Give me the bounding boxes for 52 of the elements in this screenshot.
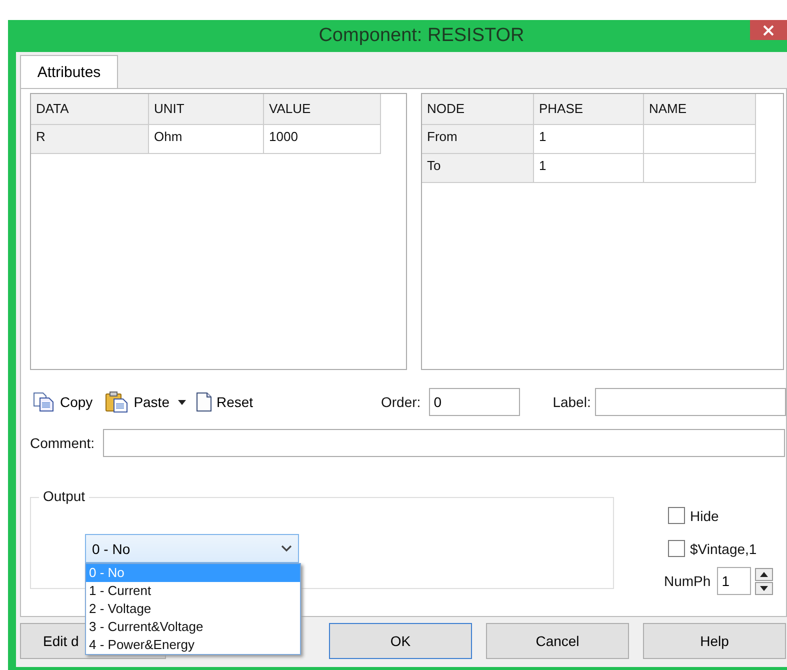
column-header: UNIT bbox=[149, 94, 264, 125]
column-header: VALUE bbox=[264, 94, 381, 125]
window-title: Component: RESISTOR bbox=[318, 25, 524, 47]
table-cell[interactable]: R bbox=[31, 125, 149, 154]
document-icon bbox=[196, 392, 212, 412]
dropdown-option[interactable]: 2 - Voltage bbox=[86, 600, 300, 618]
dropdown-option[interactable]: 3 - Current&Voltage bbox=[86, 618, 300, 636]
numph-field[interactable]: 1 bbox=[716, 567, 751, 595]
tab[interactable]: Attributes bbox=[20, 55, 118, 88]
table-cell[interactable]: 1 bbox=[534, 125, 644, 154]
copy-button[interactable]: Copy bbox=[33, 392, 93, 412]
down-arrow-icon bbox=[760, 586, 768, 590]
column-header: NAME bbox=[644, 94, 756, 125]
order-field[interactable]: 0 bbox=[428, 388, 520, 416]
table-cell[interactable]: 1000 bbox=[264, 125, 381, 154]
column-header: PHASE bbox=[534, 94, 644, 125]
spin-down-button[interactable] bbox=[754, 582, 773, 594]
copy-icon bbox=[33, 392, 55, 412]
table-cell[interactable]: Ohm bbox=[149, 125, 264, 154]
table-cell[interactable] bbox=[644, 125, 756, 154]
checkbox-label: Hide bbox=[690, 508, 719, 524]
comment-label: Comment: bbox=[30, 435, 95, 451]
comment-field[interactable] bbox=[102, 429, 785, 457]
checkbox[interactable] bbox=[668, 507, 685, 524]
checkbox-label: $Vintage,1 bbox=[690, 540, 757, 556]
group-legend: Output bbox=[39, 488, 90, 504]
clipboard-icon bbox=[104, 391, 129, 413]
label-label: Label: bbox=[552, 394, 591, 410]
dropdown-option[interactable]: 1 - Current bbox=[86, 582, 300, 600]
paste-button[interactable]: Paste bbox=[104, 391, 170, 413]
column-header: DATA bbox=[31, 94, 149, 125]
column-header: NODE bbox=[422, 94, 534, 125]
dialog-button[interactable]: Help bbox=[643, 623, 786, 659]
dialog-button[interactable]: OK bbox=[329, 623, 472, 659]
numph-label: NumPh bbox=[664, 573, 711, 589]
table-cell[interactable]: From bbox=[422, 125, 534, 154]
chevron-icon bbox=[281, 545, 292, 552]
output-dropdown[interactable]: 0 - No bbox=[85, 534, 299, 563]
dropdown-option[interactable]: 4 - Power&Energy bbox=[86, 636, 300, 654]
table-cell[interactable]: To bbox=[422, 154, 534, 183]
checkbox[interactable] bbox=[668, 540, 685, 557]
up-arrow-icon bbox=[760, 572, 768, 576]
table-cell[interactable] bbox=[644, 154, 756, 183]
caret-icon bbox=[178, 400, 186, 404]
reset-button[interactable]: Reset bbox=[196, 392, 254, 412]
spin-up-button[interactable] bbox=[754, 568, 773, 580]
dialog-button[interactable]: Cancel bbox=[486, 623, 629, 659]
label-field[interactable] bbox=[594, 388, 786, 416]
close-button[interactable] bbox=[750, 20, 787, 40]
close-icon bbox=[763, 24, 774, 36]
table-cell[interactable]: 1 bbox=[534, 154, 644, 183]
order-label: Order: bbox=[381, 394, 421, 410]
